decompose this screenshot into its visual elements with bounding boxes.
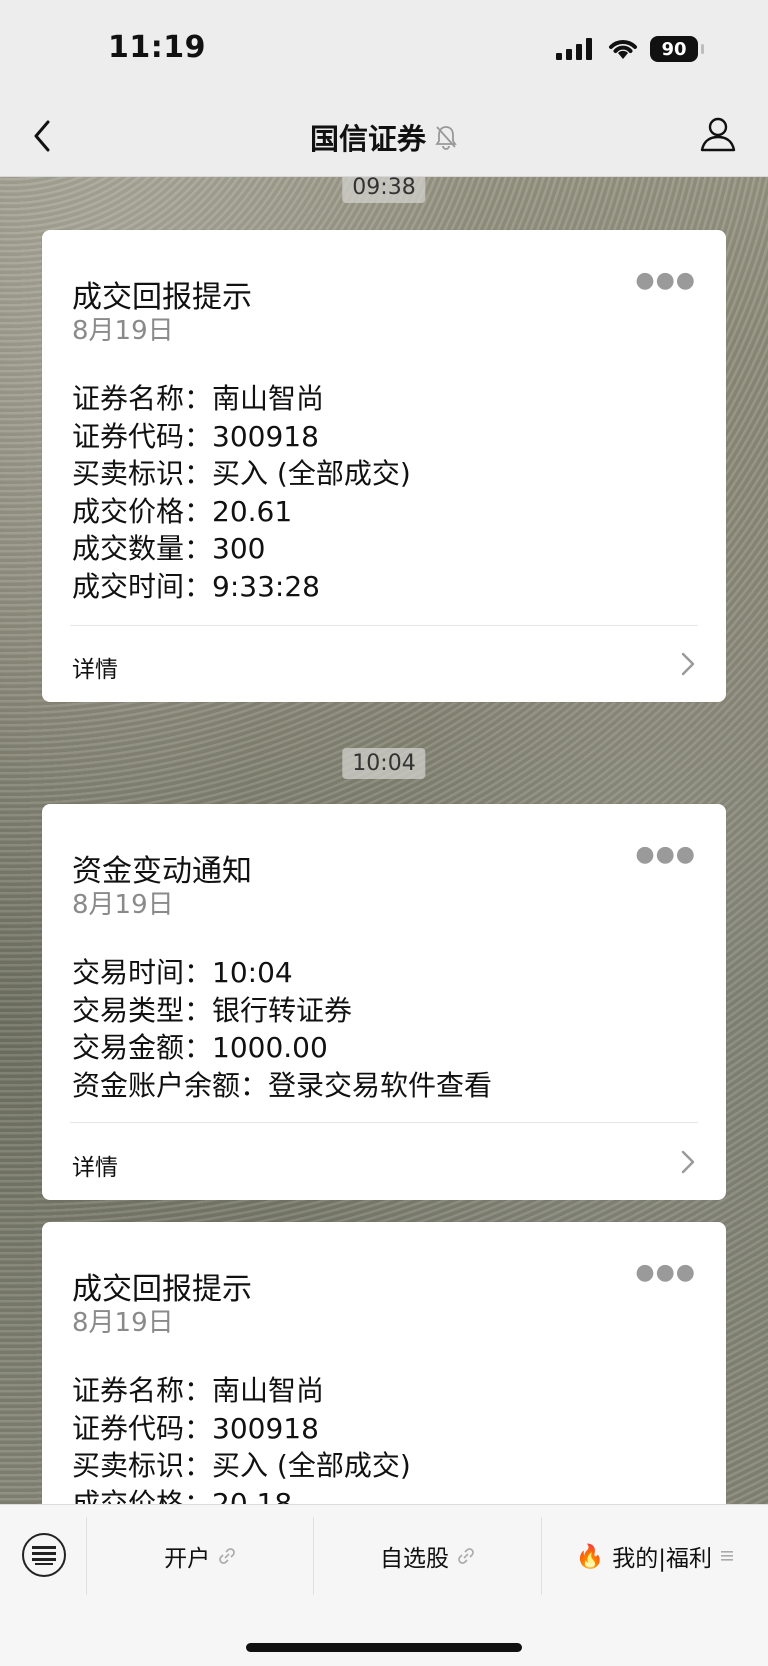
field-value: 买入 (全部成交) (212, 1449, 411, 1482)
field-value: 20.18 (212, 1486, 293, 1505)
chat-header: 国信证券 (0, 96, 768, 177)
chevron-right-icon (681, 652, 695, 676)
menu-tab-label: 开户 (164, 1546, 211, 1572)
field-label: 资金账户余额： (72, 1068, 269, 1102)
field-label: 证券代码： (72, 1411, 213, 1445)
card-date: 8月19日 (72, 1308, 174, 1338)
message-list[interactable]: 09:38 成交回报提示 8月19日 ●●● 证券名称：南山智尚 证券代码：30… (0, 176, 768, 1504)
field-label: 交易金额： (72, 1031, 213, 1064)
card-fields: 交易时间：10:04 交易类型：银行转证券 交易金额：1000.00 资金账户余… (72, 954, 492, 1104)
card-divider (70, 625, 698, 626)
wifi-icon (609, 40, 637, 59)
field-row: 交易时间：10:04 (72, 954, 492, 992)
card-fields: 证券名称：南山智尚 证券代码：300918 买卖标识：买入 (全部成交) 成交价… (72, 1372, 411, 1504)
field-label: 成交数量： (72, 532, 213, 565)
keyboard-toggle-button[interactable] (22, 1533, 66, 1577)
chevron-right-icon (681, 1150, 695, 1174)
message-card-trade-report[interactable]: 成交回报提示 8月19日 ●●● 证券名称：南山智尚 证券代码：300918 买… (42, 1222, 726, 1504)
menu-tab-label: 我的|福利 (612, 1546, 713, 1572)
field-row: 证券代码：300918 (72, 1410, 411, 1448)
field-row: 成交数量：300 (72, 530, 411, 568)
field-label: 证券名称： (72, 1374, 213, 1407)
field-label: 交易类型： (72, 993, 213, 1027)
bottom-menu-bar: 开户 自选股 🔥 我的|福利 (0, 1504, 768, 1666)
field-label: 成交价格： (72, 1486, 213, 1505)
status-icons: 90 (556, 36, 704, 62)
card-date: 8月19日 (72, 316, 174, 346)
link-icon (219, 1548, 235, 1564)
field-value: 登录交易软件查看 (268, 1068, 493, 1102)
mute-bell-icon (435, 126, 457, 150)
field-row: 证券名称：南山智尚 (72, 1372, 411, 1410)
field-label: 买卖标识： (72, 1449, 213, 1482)
field-label: 买卖标识： (72, 457, 213, 490)
more-options-icon[interactable]: ●●● (635, 268, 696, 293)
field-row: 成交时间：9:33:28 (72, 568, 411, 606)
keyboard-icon (32, 1546, 56, 1565)
field-value: 300918 (212, 1411, 319, 1445)
field-value: 银行转证券 (212, 993, 353, 1027)
submenu-icon (721, 1551, 734, 1561)
field-value: 20.61 (212, 494, 293, 528)
home-indicator (246, 1643, 522, 1652)
menu-tab-label: 自选股 (379, 1546, 449, 1572)
field-row: 买卖标识：买入 (全部成交) (72, 455, 411, 493)
card-date: 8月19日 (72, 890, 174, 920)
link-icon (458, 1548, 474, 1564)
field-row: 交易金额：1000.00 (72, 1029, 492, 1067)
message-timestamp: 10:04 (342, 748, 426, 779)
field-label: 交易时间： (72, 956, 213, 989)
message-card-fund-change[interactable]: 资金变动通知 8月19日 ●●● 交易时间：10:04 交易类型：银行转证券 交… (42, 804, 726, 1200)
message-timestamp: 09:38 (342, 176, 426, 203)
field-row: 成交价格：20.61 (72, 493, 411, 531)
field-value: 300 (212, 532, 266, 565)
menu-tab-my-benefits[interactable]: 🔥 我的|福利 (540, 1517, 768, 1595)
field-value: 10:04 (212, 956, 293, 989)
field-label: 证券代码： (72, 419, 213, 453)
message-card-trade-report[interactable]: 成交回报提示 8月19日 ●●● 证券名称：南山智尚 证券代码：300918 买… (42, 230, 726, 702)
field-row: 买卖标识：买入 (全部成交) (72, 1447, 411, 1485)
card-divider (70, 1122, 698, 1123)
detail-link[interactable]: 详情 (72, 650, 118, 684)
field-value: 买入 (全部成交) (212, 457, 411, 490)
field-value: 300918 (212, 419, 319, 453)
menu-tab-watchlist[interactable]: 自选股 (313, 1517, 540, 1595)
field-value: 南山智尚 (212, 382, 325, 415)
field-row: 资金账户余额：登录交易软件查看 (72, 1067, 492, 1105)
field-label: 成交时间： (72, 569, 213, 603)
battery-level: 90 (661, 38, 687, 60)
field-value: 南山智尚 (212, 1374, 325, 1407)
menu-tab-open-account[interactable]: 开户 (86, 1517, 313, 1595)
status-bar: 11:19 90 (0, 0, 768, 96)
field-row: 交易类型：银行转证券 (72, 992, 492, 1030)
chat-title-area: 国信证券 (0, 116, 768, 158)
fire-icon: 🔥 (575, 1543, 605, 1570)
detail-link[interactable]: 详情 (72, 1148, 118, 1182)
field-label: 成交价格： (72, 494, 213, 528)
chat-title: 国信证券 (309, 122, 426, 156)
profile-icon[interactable] (698, 114, 738, 154)
field-row: 成交价格：20.18 (72, 1485, 411, 1505)
field-label: 证券名称： (72, 382, 213, 415)
field-row: 证券名称：南山智尚 (72, 380, 411, 418)
status-time: 11:19 (108, 30, 206, 65)
field-row: 证券代码：300918 (72, 418, 411, 456)
card-fields: 证券名称：南山智尚 证券代码：300918 买卖标识：买入 (全部成交) 成交价… (72, 380, 411, 605)
field-value: 1000.00 (212, 1031, 328, 1064)
menu-tabs: 开户 自选股 🔥 我的|福利 (86, 1517, 768, 1595)
more-options-icon[interactable]: ●●● (635, 1260, 696, 1285)
signal-icon (556, 38, 592, 60)
more-options-icon[interactable]: ●●● (635, 842, 696, 867)
field-value: 9:33:28 (212, 569, 320, 603)
battery-indicator: 90 (650, 36, 704, 62)
